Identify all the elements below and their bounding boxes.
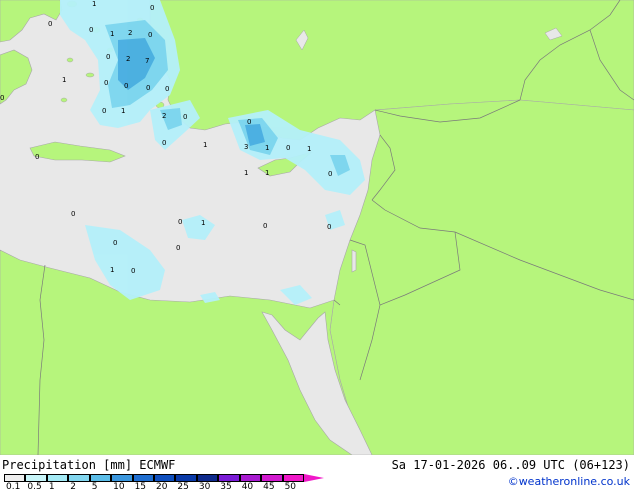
precip-value: 0: [102, 107, 106, 115]
precip-value: 0: [48, 20, 52, 28]
scale-tick-label: 0.1: [6, 482, 21, 492]
scale-swatch: [111, 474, 133, 482]
precip-value: 0: [178, 218, 182, 226]
scale-tick-label: 25: [177, 482, 189, 492]
precip-value: 1: [265, 169, 269, 177]
scale-tick-label: 10: [113, 482, 125, 492]
precip-value: 0: [148, 31, 152, 39]
scale-tick-label: 40: [241, 482, 254, 492]
precipitation-map: 0 1 0 0 1 2 0 0 2 7 1 0 0 0 1 0 0 0 2 0 …: [0, 0, 634, 455]
precip-value: 0: [71, 210, 75, 218]
scale-swatch: [89, 474, 112, 482]
precip-value: 1: [307, 145, 311, 153]
credit-link[interactable]: ©weatheronline.co.uk: [508, 475, 630, 488]
scale-swatch: [68, 474, 90, 482]
precip-value: 0: [183, 113, 187, 121]
scale-swatch: [4, 474, 26, 482]
scale-tick-label: 35: [220, 482, 232, 492]
scale-tick-label: 30: [198, 482, 211, 492]
precip-value: 1: [92, 0, 96, 8]
scale-tick-label: 0.5: [27, 482, 42, 492]
scale-swatch: [25, 474, 47, 482]
lake: [351, 249, 357, 273]
scale-swatch: [175, 474, 197, 482]
precip-value: 1: [244, 169, 248, 177]
levant-land: [329, 99, 634, 455]
precip-value: 1: [201, 219, 205, 227]
precip-value: 0: [124, 82, 128, 90]
scale-tick-label: 1: [48, 482, 55, 492]
precip-value: 0: [263, 222, 267, 230]
color-scale: [4, 474, 330, 482]
precip-value: 0: [165, 85, 169, 93]
scale-swatch: [239, 474, 262, 482]
precip-value: 0: [146, 84, 150, 92]
precip-value: 0: [327, 223, 331, 231]
precip-value: 2: [162, 112, 166, 120]
precip-value: 2: [126, 55, 130, 63]
precip-value: 1: [121, 107, 125, 115]
precip-value: 0: [176, 244, 180, 252]
precip-value: 0: [89, 26, 93, 34]
precip-value: 1: [110, 266, 114, 274]
scale-swatch: [261, 474, 283, 482]
precip-value: 1: [265, 144, 269, 152]
precip-value: 0: [104, 79, 108, 87]
precip-value: 1: [203, 141, 207, 149]
precip-value: 0: [106, 53, 110, 61]
precip-value: 0: [150, 4, 154, 12]
scale-tick-label: 20: [156, 482, 168, 492]
precip-value: 2: [128, 29, 132, 37]
precip-value: 7: [145, 57, 149, 65]
precip-value: 0: [247, 118, 251, 126]
precip-value: 0: [131, 267, 135, 275]
precip-value: 0: [162, 139, 166, 147]
scale-swatch: [46, 474, 69, 482]
scale-swatch: [154, 474, 176, 482]
precip-value: 0: [328, 170, 332, 178]
scale-tick-label: 5: [91, 482, 98, 492]
scale-swatch: [132, 474, 154, 482]
precip-value: 0: [286, 144, 290, 152]
precip-value: 1: [110, 30, 114, 38]
precip-value: 0: [0, 94, 4, 102]
scale-tick-label: 45: [263, 482, 275, 492]
scale-arrow: [304, 474, 324, 482]
validity-time: Sa 17-01-2026 06..09 UTC (06+123): [391, 458, 630, 472]
scale-swatch: [282, 474, 304, 482]
scale-tick-label: 15: [134, 482, 147, 492]
scale-tick-label: 2: [70, 482, 77, 492]
legend-footer: Precipitation [mm] ECMWF Sa 17-01-2026 0…: [0, 455, 634, 492]
precip-value: 0: [113, 239, 117, 247]
scale-tick-label: 50: [284, 482, 297, 492]
precip-value: 1: [62, 76, 66, 84]
scale-swatch: [218, 474, 240, 482]
precip-value: 0: [35, 153, 39, 161]
map-title: Precipitation [mm] ECMWF: [2, 458, 176, 472]
scale-swatch: [196, 474, 219, 482]
precip-value: 3: [244, 143, 248, 151]
